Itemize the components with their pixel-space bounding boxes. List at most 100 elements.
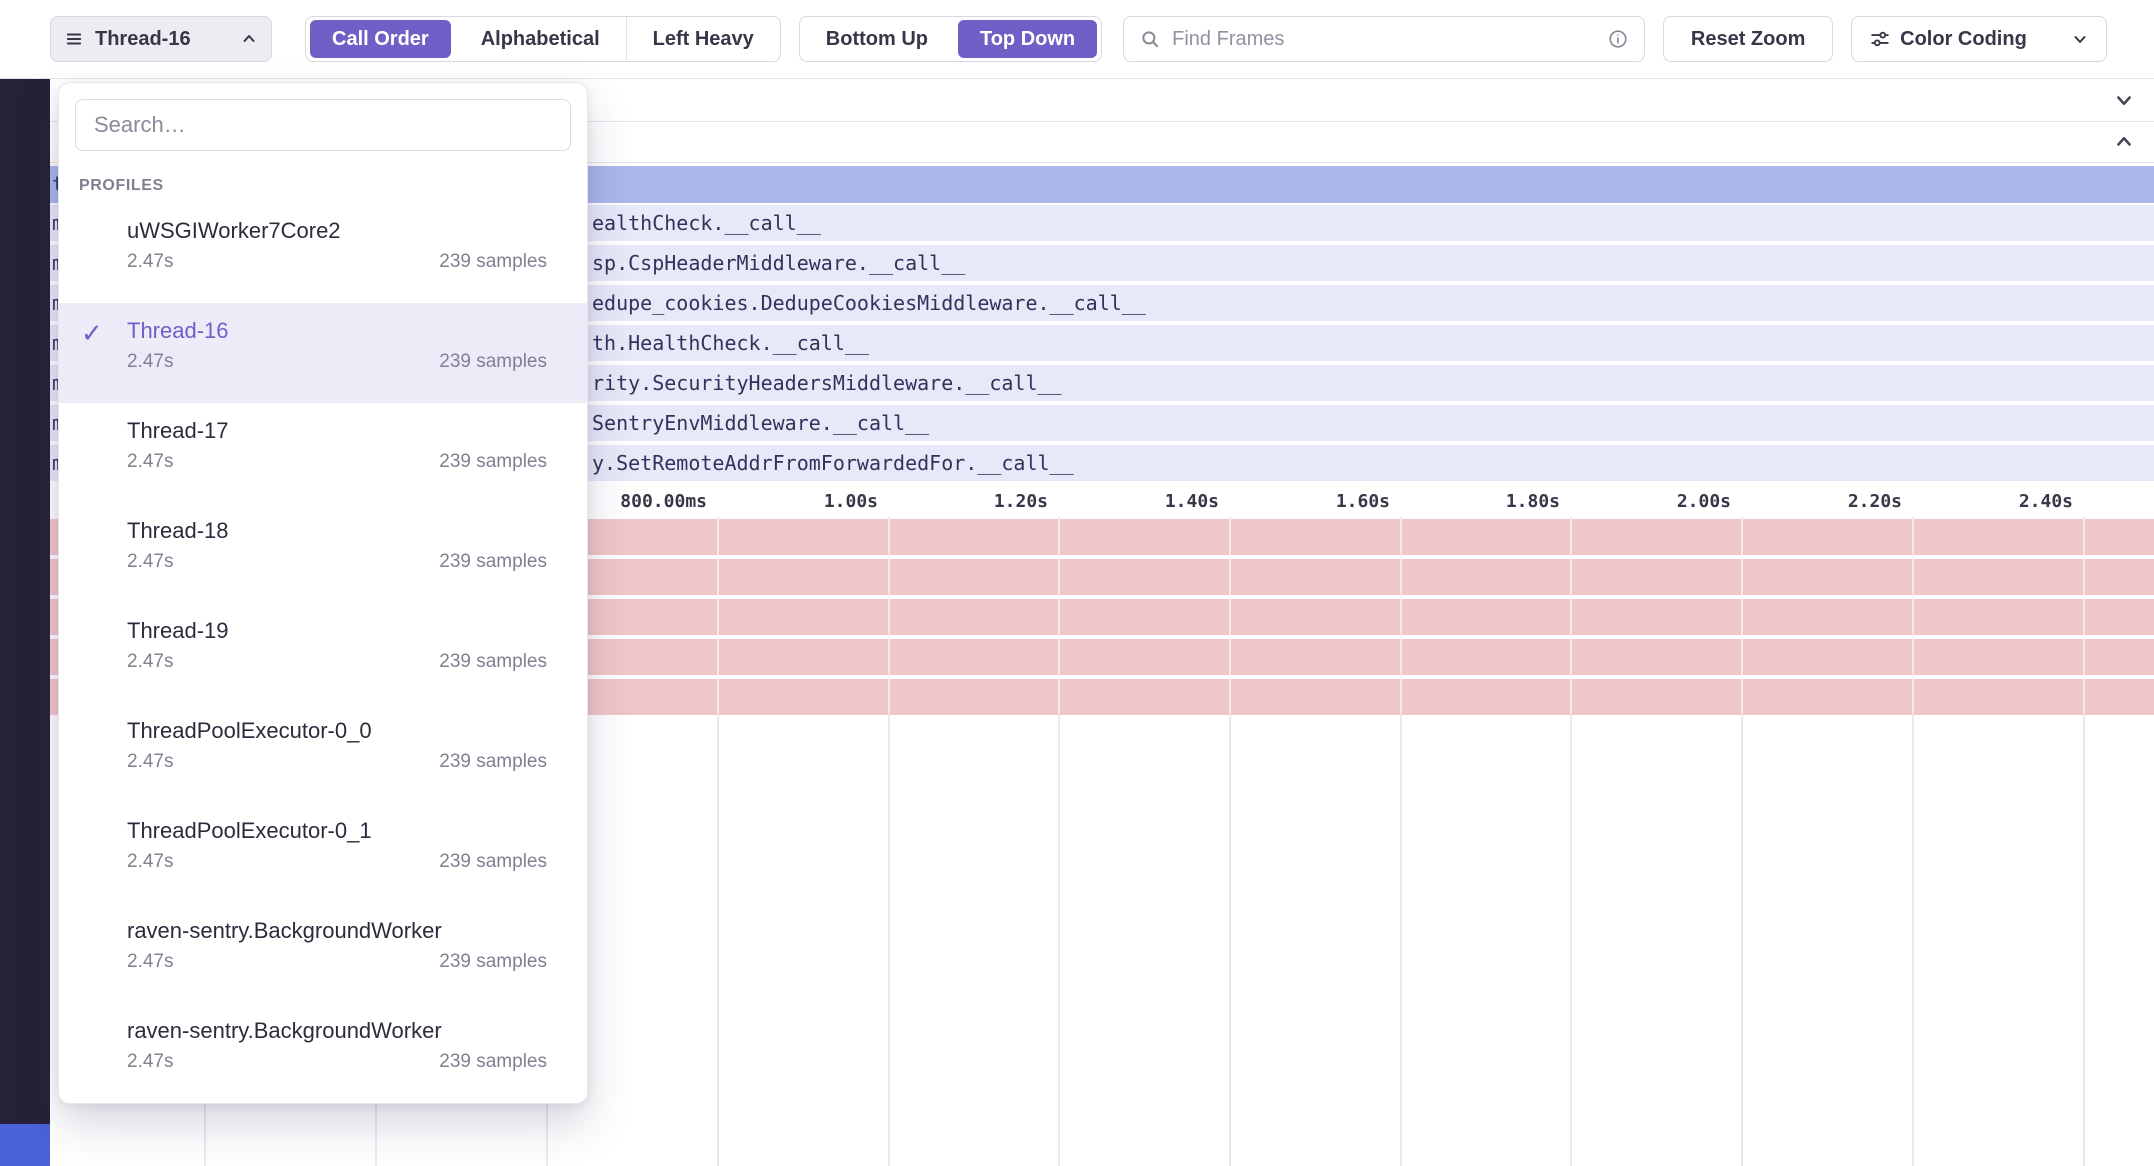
thread-samples: 239 samples — [439, 651, 547, 673]
axis-tick-label: 2.40s — [2019, 487, 2073, 517]
thread-item-meta: 2.47s 239 samples — [127, 551, 547, 573]
frame-label: y.SetRemoteAddrFromForwardedFor.__call__ — [592, 445, 1074, 481]
thread-duration: 2.47s — [127, 551, 173, 573]
chevron-down-icon — [2072, 31, 2088, 47]
axis-tick-label: 1.00s — [824, 487, 878, 517]
app-sidebar-strip — [0, 79, 50, 1166]
frame-label: sp.CspHeaderMiddleware.__call__ — [592, 245, 965, 281]
list-icon — [65, 30, 83, 48]
gridline-overlay — [1912, 519, 1914, 715]
thread-samples: 239 samples — [439, 951, 547, 973]
chevron-down-icon[interactable] — [2114, 90, 2134, 110]
thread-name: raven-sentry.BackgroundWorker — [127, 1016, 547, 1046]
thread-duration: 2.47s — [127, 751, 173, 773]
thread-list-item[interactable]: ✓ Thread-16 2.47s 239 samples — [59, 303, 587, 403]
sort-call-order-button[interactable]: Call Order — [310, 20, 451, 58]
axis-tick-label: 1.40s — [1165, 487, 1219, 517]
thread-samples: 239 samples — [439, 251, 547, 273]
gridline-overlay — [1570, 519, 1572, 715]
axis-tick-label: 2.20s — [1848, 487, 1902, 517]
sliders-icon — [1870, 29, 1890, 49]
find-frames-input[interactable] — [1170, 27, 1598, 52]
thread-samples: 239 samples — [439, 851, 547, 873]
info-icon[interactable] — [1608, 29, 1628, 49]
axis-tick-label: 800.00ms — [620, 487, 707, 517]
gridline-overlay — [717, 519, 719, 715]
thread-dropdown-panel: PROFILES ✓ uWSGIWorker7Core2 2.47s 239 s… — [58, 82, 588, 1104]
frame-label: rity.SecurityHeadersMiddleware.__call__ — [592, 365, 1062, 401]
axis-tick-label: 1.20s — [994, 487, 1048, 517]
thread-list-item[interactable]: ✓ Thread-18 2.47s 239 samples — [59, 503, 587, 603]
direction-group: Bottom Up Top Down — [799, 16, 1102, 62]
thread-list-item[interactable]: ✓ ThreadPoolExecutor-0_1 2.47s 239 sampl… — [59, 803, 587, 903]
thread-item-meta: 2.47s 239 samples — [127, 351, 547, 373]
sort-alphabetical-button[interactable]: Alphabetical — [455, 17, 626, 61]
gridline-overlay — [1741, 519, 1743, 715]
toolbar: Thread-16 Call Order Alphabetical Left H… — [0, 0, 2154, 79]
thread-duration: 2.47s — [127, 651, 173, 673]
thread-duration: 2.47s — [127, 351, 173, 373]
thread-list-item[interactable]: ✓ raven-sentry.BackgroundWorker 2.47s 23… — [59, 1003, 587, 1103]
thread-item-meta: 2.47s 239 samples — [127, 1051, 547, 1073]
thread-name: Thread-19 — [127, 616, 547, 646]
thread-name: raven-sentry.BackgroundWorker — [127, 916, 547, 946]
gridline-overlay — [888, 519, 890, 715]
thread-list-item[interactable]: ✓ uWSGIWorker7Core2 2.47s 239 samples — [59, 203, 587, 303]
axis-tick-label: 1.60s — [1336, 487, 1390, 517]
dropdown-search-input[interactable] — [92, 111, 554, 139]
color-coding-button[interactable]: Color Coding — [1851, 16, 2107, 62]
thread-samples: 239 samples — [439, 351, 547, 373]
thread-samples: 239 samples — [439, 551, 547, 573]
sort-left-heavy-button[interactable]: Left Heavy — [626, 17, 780, 61]
direction-bottom-up-button[interactable]: Bottom Up — [800, 17, 954, 61]
thread-samples: 239 samples — [439, 751, 547, 773]
sort-order-group: Call Order Alphabetical Left Heavy — [305, 16, 781, 62]
thread-name: ThreadPoolExecutor-0_1 — [127, 816, 547, 846]
thread-list: ✓ uWSGIWorker7Core2 2.47s 239 samples ✓ … — [59, 203, 587, 1103]
chevron-up-icon — [241, 31, 257, 47]
thread-duration: 2.47s — [127, 951, 173, 973]
gridline-overlay — [1058, 519, 1060, 715]
thread-duration: 2.47s — [127, 851, 173, 873]
thread-item-meta: 2.47s 239 samples — [127, 651, 547, 673]
axis-tick-label: 1.80s — [1506, 487, 1560, 517]
thread-list-item[interactable]: ✓ ThreadPoolExecutor-0_0 2.47s 239 sampl… — [59, 703, 587, 803]
axis-tick-label: 2.00s — [1677, 487, 1731, 517]
frame-label: ealthCheck.__call__ — [592, 205, 821, 241]
thread-list-item[interactable]: ✓ Thread-19 2.47s 239 samples — [59, 603, 587, 703]
gridline-overlay — [1229, 519, 1231, 715]
thread-duration: 2.47s — [127, 451, 173, 473]
thread-name: ThreadPoolExecutor-0_0 — [127, 716, 547, 746]
thread-item-meta: 2.47s 239 samples — [127, 951, 547, 973]
thread-name: Thread-16 — [127, 316, 547, 346]
search-icon — [1140, 29, 1160, 49]
find-frames-search — [1123, 16, 1645, 62]
thread-item-meta: 2.47s 239 samples — [127, 851, 547, 873]
thread-duration: 2.47s — [127, 251, 173, 273]
thread-selector-button[interactable]: Thread-16 — [50, 16, 272, 62]
gridline-overlay — [2083, 519, 2085, 715]
color-coding-label: Color Coding — [1900, 29, 2062, 49]
checkmark-icon: ✓ — [81, 318, 103, 349]
thread-samples: 239 samples — [439, 451, 547, 473]
thread-item-meta: 2.47s 239 samples — [127, 751, 547, 773]
gridline-overlay — [1400, 519, 1402, 715]
dropdown-search-box — [75, 99, 571, 151]
thread-item-meta: 2.47s 239 samples — [127, 251, 547, 273]
thread-selector-label: Thread-16 — [95, 29, 229, 49]
thread-duration: 2.47s — [127, 1051, 173, 1073]
frame-label: th.HealthCheck.__call__ — [592, 325, 869, 361]
frame-label: edupe_cookies.DedupeCookiesMiddleware.__… — [592, 285, 1146, 321]
profiling-flamegraph-app: Thread-16 Call Order Alphabetical Left H… — [0, 0, 2154, 1166]
thread-list-item[interactable]: ✓ raven-sentry.BackgroundWorker 2.47s 23… — [59, 903, 587, 1003]
chevron-up-icon[interactable] — [2114, 132, 2134, 152]
thread-name: uWSGIWorker7Core2 — [127, 216, 547, 246]
frame-label: SentryEnvMiddleware.__call__ — [592, 405, 929, 441]
direction-top-down-button[interactable]: Top Down — [958, 20, 1097, 58]
thread-list-item[interactable]: ✓ Thread-17 2.47s 239 samples — [59, 403, 587, 503]
profiles-section-label: PROFILES — [79, 177, 587, 195]
thread-name: Thread-17 — [127, 416, 547, 446]
thread-samples: 239 samples — [439, 1051, 547, 1073]
sidebar-active-item[interactable] — [0, 1124, 50, 1166]
reset-zoom-button[interactable]: Reset Zoom — [1663, 16, 1833, 62]
